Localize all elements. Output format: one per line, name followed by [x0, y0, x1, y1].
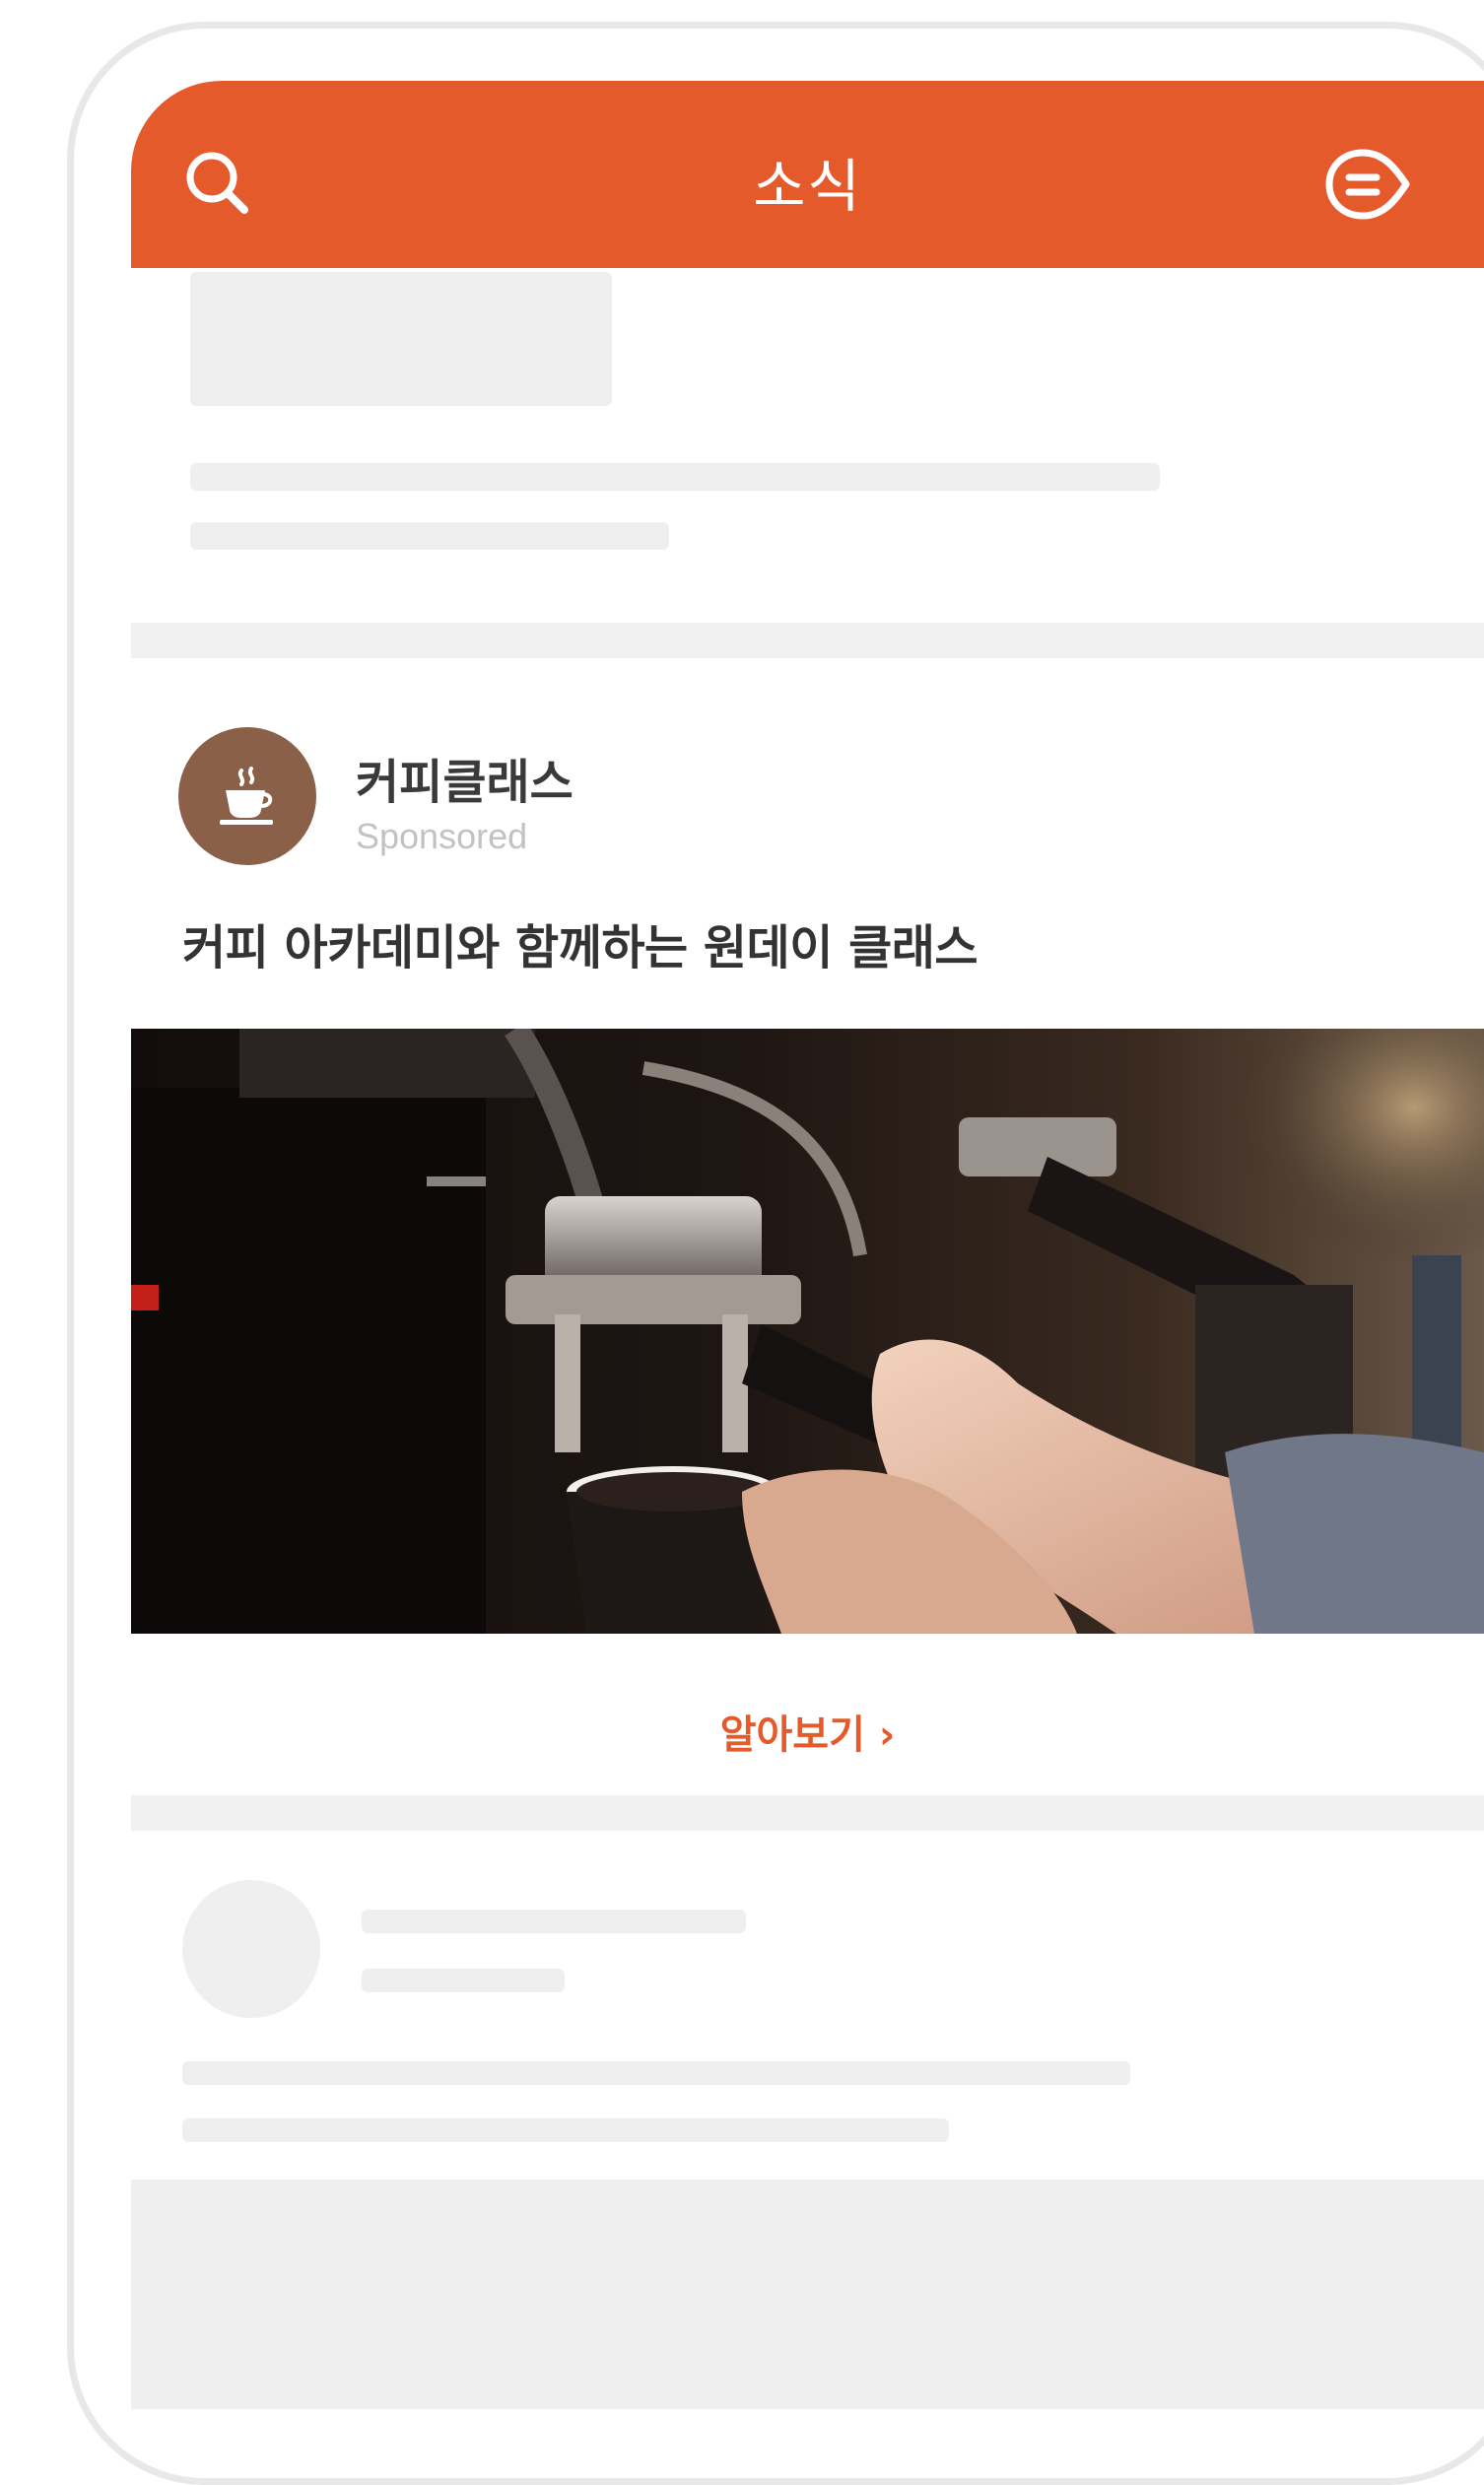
app-header: 소식 [131, 81, 1484, 268]
skeleton-text-line [182, 2118, 949, 2142]
sponsor-name[interactable]: 커피클래스 [356, 743, 573, 812]
sponsored-label: Sponsored [356, 816, 528, 856]
skeleton-text-line [190, 522, 669, 550]
sponsor-avatar[interactable] [178, 727, 316, 865]
section-divider [131, 1795, 1484, 1831]
skeleton-bottom-area [131, 2180, 1484, 2409]
skeleton-title-block [190, 272, 612, 406]
page-title: 소식 [753, 153, 862, 220]
skeleton-avatar [182, 1880, 320, 2018]
ad-headline[interactable]: 커피 아카데미와 함께하는 원데이 클래스 [182, 908, 978, 977]
learn-more-link[interactable]: 알아보기 › [131, 1703, 1484, 1760]
skeleton-text-line [362, 1910, 746, 1933]
section-divider [131, 623, 1484, 658]
ad-image[interactable] [131, 1029, 1484, 1634]
skeleton-text-line [182, 2061, 1130, 2085]
phone-screen: 소식 커피클래스 Sponsored 커피 아카데미와 함께하는 원데이 클래스 [131, 81, 1484, 2409]
skeleton-text-line [190, 463, 1160, 491]
skeleton-text-line [362, 1969, 565, 1992]
search-icon[interactable] [174, 140, 263, 229]
coffee-cup-icon [220, 767, 273, 825]
menu-bubble-icon[interactable] [1323, 140, 1412, 229]
